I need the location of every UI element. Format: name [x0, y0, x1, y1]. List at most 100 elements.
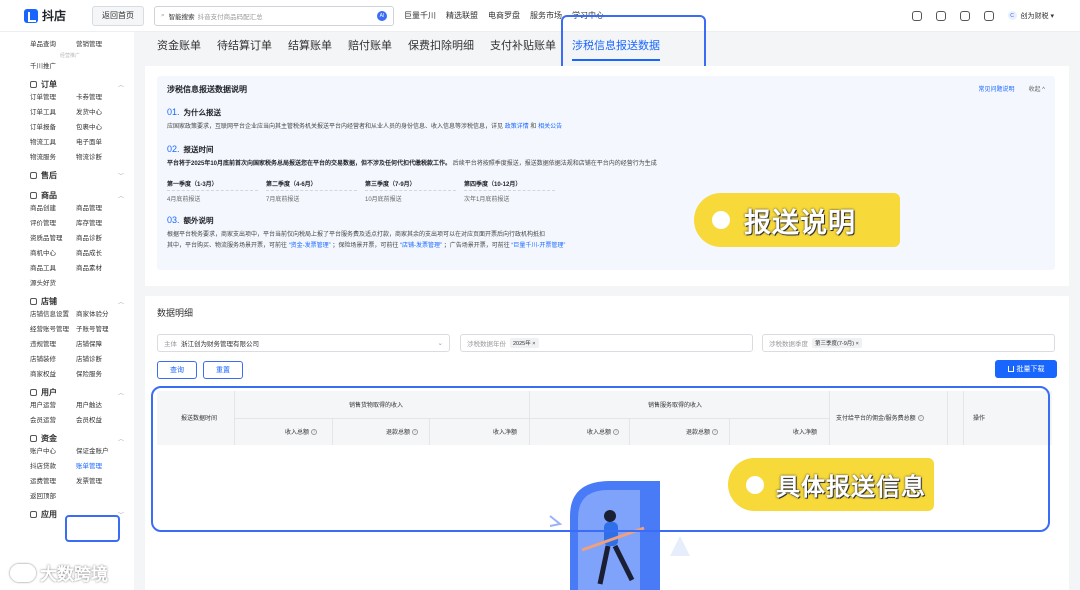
- sidebar-item[interactable]: 包裹中心: [76, 123, 126, 132]
- logo[interactable]: 抖店: [24, 7, 66, 24]
- sidebar-item[interactable]: 经营账号管理: [30, 325, 76, 334]
- sidebar-item[interactable]: 单品查询: [30, 40, 76, 49]
- sidebar-item[interactable]: 资质品管理: [30, 234, 76, 243]
- sidebar-item[interactable]: 商品工具: [30, 264, 76, 273]
- chevron-down-icon[interactable]: ▾: [1049, 12, 1054, 20]
- sidebar-item[interactable]: 营销管理: [76, 40, 126, 49]
- annotation-tag-report-detail: 具体报送信息: [728, 458, 934, 511]
- subject-select[interactable]: 主体 浙江创为财务管理有限公司 ⌄: [157, 334, 450, 352]
- ai-icon[interactable]: AI: [377, 10, 388, 21]
- sidebar-item[interactable]: 商机中心: [30, 249, 76, 258]
- store-icon[interactable]: [983, 10, 994, 21]
- sidebar-group-title[interactable]: 订单 ︿: [30, 77, 134, 91]
- sidebar-group-title[interactable]: 资金 ︿: [30, 431, 134, 445]
- nav-item[interactable]: 电商罗盘: [488, 10, 520, 21]
- filter-label: 涉税数据年份: [467, 341, 506, 348]
- sidebar-item[interactable]: 商品创建: [30, 204, 76, 213]
- sidebar-item[interactable]: 店铺诊断: [76, 355, 126, 364]
- sidebar-item[interactable]: 电子面单: [76, 138, 126, 147]
- sidebar-item[interactable]: 保证金账户: [76, 447, 126, 456]
- sidebar-item[interactable]: 订单管理: [30, 93, 76, 102]
- sidebar-item[interactable]: 订单报备: [30, 123, 76, 132]
- batch-download-button[interactable]: 批量下载: [995, 360, 1057, 378]
- sidebar-item[interactable]: 商品诊断: [76, 234, 126, 243]
- tab-item[interactable]: 支付补贴账单: [490, 37, 556, 53]
- sidebar-item[interactable]: 账户中心: [30, 447, 76, 456]
- sidebar-item[interactable]: 源头好货: [30, 279, 76, 288]
- sidebar-item[interactable]: 商家权益: [30, 370, 76, 379]
- sidebar-item[interactable]: 卡券管理: [76, 93, 126, 102]
- sidebar-item[interactable]: 物流服务: [30, 153, 76, 162]
- nav-item[interactable]: 巨量千川: [404, 10, 436, 21]
- sidebar-item[interactable]: 会员运营: [30, 416, 76, 425]
- watermark: 大数跨境: [10, 560, 108, 585]
- help-icon[interactable]: [935, 10, 946, 21]
- sidebar-group-title[interactable]: 用户 ︿: [30, 385, 134, 399]
- bell-icon[interactable]: [911, 10, 922, 21]
- sidebar-item[interactable]: 账单管理: [76, 462, 126, 471]
- sidebar-item[interactable]: 会员权益: [76, 416, 126, 425]
- sidebar-item[interactable]: 违规管理: [30, 340, 76, 349]
- sidebar-item[interactable]: 店铺保障: [76, 340, 126, 349]
- sidebar-item[interactable]: 返回顶部: [30, 492, 76, 501]
- back-home-button[interactable]: 返回首页: [92, 5, 145, 26]
- tab-item[interactable]: 待结算订单: [217, 37, 272, 53]
- sidebar-item[interactable]: 评价管理: [30, 219, 76, 228]
- sidebar-group-label: 店铺: [41, 296, 57, 306]
- sidebar-item[interactable]: 物流工具: [30, 138, 76, 147]
- download-icon[interactable]: [959, 10, 970, 21]
- collapse-button[interactable]: 收起 ^: [1029, 84, 1045, 95]
- sidebar-item[interactable]: 千川推广: [30, 62, 76, 71]
- quarter-due: 7月底前报送: [266, 197, 300, 203]
- invoice-link[interactable]: “巨量千川-开票管理”: [511, 243, 565, 249]
- tab-item[interactable]: 资金账单: [157, 37, 201, 53]
- top-right-tools: C 创为财税 ▾: [911, 10, 1054, 21]
- avatar[interactable]: C: [1007, 11, 1017, 20]
- tab-item[interactable]: 赔付账单: [348, 37, 392, 53]
- group-icon: [30, 191, 37, 199]
- sidebar-item[interactable]: 发货中心: [76, 108, 126, 117]
- sidebar-item[interactable]: 用户触达: [76, 401, 126, 410]
- sidebar-item[interactable]: 店铺装修: [30, 355, 76, 364]
- faq-link[interactable]: 常见问题说明: [979, 84, 1015, 95]
- sidebar-item[interactable]: 商品管理: [76, 204, 126, 213]
- sidebar-item[interactable]: 订单工具: [30, 108, 76, 117]
- tab-item[interactable]: 保费扣除明细: [408, 37, 474, 53]
- tab-item[interactable]: 结算账单: [288, 37, 332, 53]
- sidebar-item[interactable]: 商家体验分: [76, 310, 126, 319]
- sidebar-item[interactable]: 物流诊断: [76, 153, 126, 162]
- sidebar-item[interactable]: 保险服务: [76, 370, 126, 379]
- chevron-icon: ︿: [117, 299, 124, 306]
- quarter-select[interactable]: 涉税数据季度 第三季度(7-9月) ×: [762, 334, 1055, 352]
- nav-item[interactable]: 精选联盟: [446, 10, 478, 21]
- chip-value: 第三季度(7-9月): [815, 341, 855, 347]
- reset-button[interactable]: 重置: [203, 361, 243, 379]
- sidebar-item[interactable]: 店铺信息设置: [30, 310, 76, 319]
- sidebar-item[interactable]: 抖店贷款: [30, 462, 76, 471]
- year-select[interactable]: 涉税数据年份 2025年 ×: [460, 334, 753, 352]
- invoice-link[interactable]: “资金-发票管理”: [289, 243, 331, 249]
- sidebar-group-title[interactable]: 商品 ︿: [30, 188, 134, 202]
- sidebar-top-items: 单品查询 营销管理: [30, 40, 134, 49]
- sidebar-item[interactable]: 商品素材: [76, 264, 126, 273]
- sidebar-item[interactable]: 商品成长: [76, 249, 126, 258]
- sidebar-group: 资金 ︿ 账户中心 保证金账户 抖店贷款 账单管理 运费管理 发票管理 返回顶部: [30, 431, 134, 501]
- notice-link[interactable]: 相关公告: [538, 124, 562, 130]
- sidebar-item[interactable]: 运费管理: [30, 477, 76, 486]
- info-title: 涉税信息报送数据说明: [167, 85, 247, 94]
- sidebar-item[interactable]: 用户运营: [30, 401, 76, 410]
- query-button[interactable]: 查询: [157, 361, 197, 379]
- group-icon: [30, 80, 37, 88]
- sidebar-caption: 经营推广: [60, 53, 81, 59]
- search-input[interactable]: ⌕ 智能搜索 抖音支付商品码配汇总 AI: [154, 5, 395, 26]
- account-name[interactable]: 创为财税: [1021, 11, 1049, 21]
- policy-link[interactable]: 政策详情: [505, 124, 529, 130]
- sidebar-item[interactable]: 发票管理: [76, 477, 126, 486]
- sidebar-group-title[interactable]: 售后 ﹀: [30, 168, 134, 182]
- nav-item[interactable]: 服务市场: [530, 10, 562, 21]
- invoice-link[interactable]: “店铺-发票管理”: [400, 243, 442, 249]
- sidebar-group-title[interactable]: 店铺 ︿: [30, 294, 134, 308]
- sidebar-item[interactable]: 库存管理: [76, 219, 126, 228]
- download-icon: [1007, 366, 1014, 372]
- sidebar-item[interactable]: 子账号管理: [76, 325, 126, 334]
